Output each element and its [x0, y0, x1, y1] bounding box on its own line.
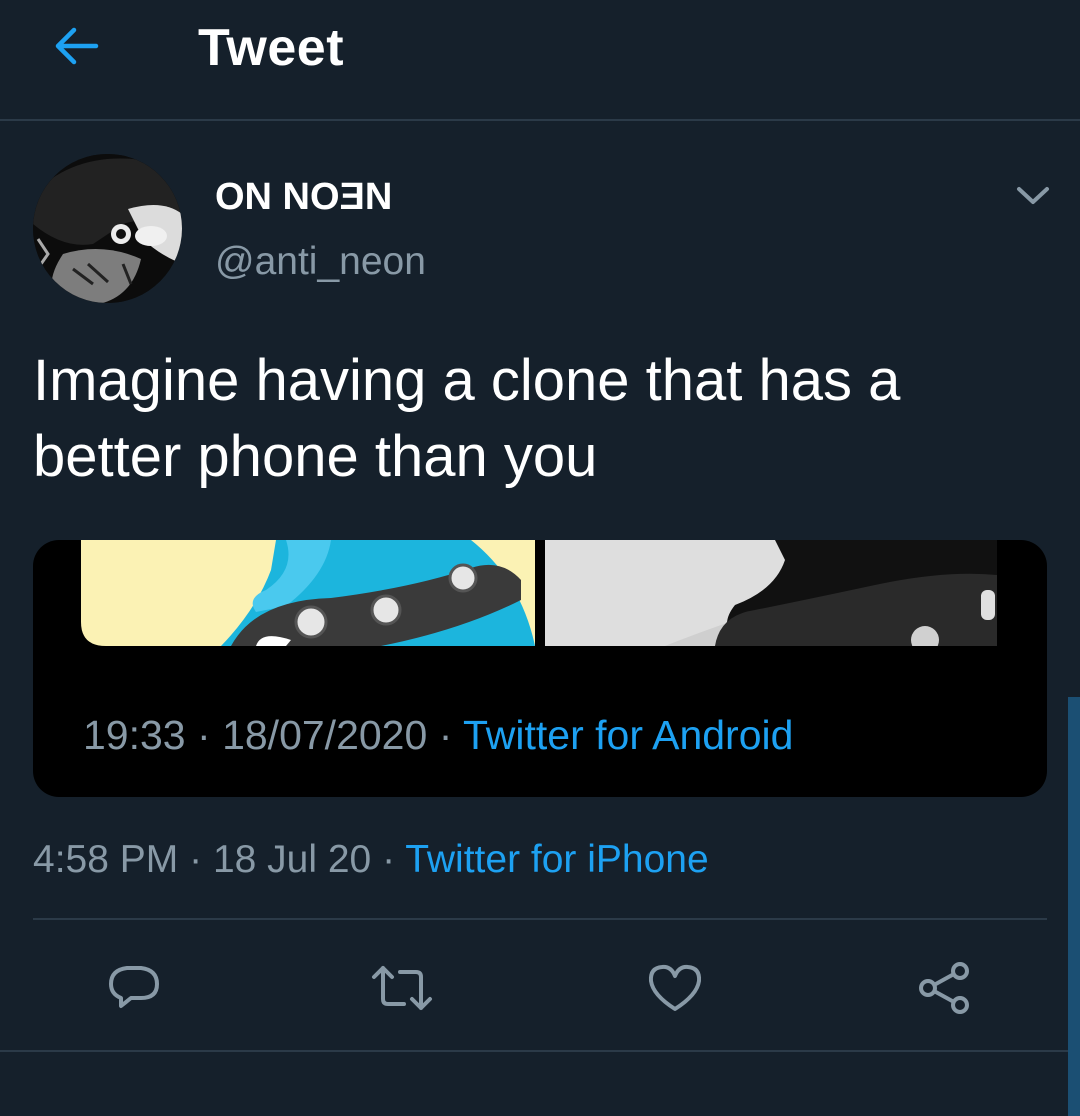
retweet-button[interactable] — [370, 958, 434, 1018]
divider — [33, 918, 1047, 920]
tweet-date: 18 Jul 20 — [212, 838, 372, 881]
retweet-icon — [372, 966, 432, 1010]
separator-dot: · — [438, 712, 453, 758]
tweet-source-link[interactable]: Twitter for iPhone — [405, 838, 708, 881]
separator-dot: · — [382, 838, 396, 881]
reply-button[interactable] — [102, 958, 166, 1018]
share-icon — [919, 962, 969, 1014]
media-image-left — [81, 540, 535, 646]
divider — [0, 1050, 1080, 1052]
separator-dot: · — [197, 712, 211, 758]
tweet-media[interactable]: 19:33 · 18/07/2020 · Twitter for Android — [33, 540, 1047, 797]
author-handle[interactable]: @anti_neon — [215, 240, 426, 284]
media-metadata: 19:33 · 18/07/2020 · Twitter for Android — [83, 712, 793, 759]
top-app-bar: Tweet — [0, 0, 1080, 121]
media-time: 19:33 — [83, 712, 186, 758]
author-display-name[interactable]: ON NOƎN — [215, 176, 392, 219]
arrow-left-icon — [55, 27, 99, 65]
heart-icon — [648, 964, 702, 1011]
avatar[interactable] — [33, 154, 182, 303]
page-title: Tweet — [198, 19, 345, 77]
more-options-button[interactable] — [1008, 176, 1058, 216]
back-button[interactable] — [46, 16, 106, 76]
tweet-time: 4:58 PM — [33, 838, 179, 881]
separator-dot: · — [189, 838, 203, 881]
chevron-down-icon — [1017, 187, 1049, 204]
media-source-link[interactable]: Twitter for Android — [463, 712, 793, 758]
reply-icon — [109, 966, 159, 1008]
tweet-text: Imagine having a clone that has a better… — [33, 343, 1043, 495]
like-button[interactable] — [643, 958, 707, 1018]
share-button[interactable] — [912, 958, 976, 1018]
media-image-right — [545, 540, 997, 646]
tweet-text-line: better phone than you — [33, 424, 598, 489]
tweet-metadata: 4:58 PM · 18 Jul 20 · Twitter for iPhone — [33, 838, 709, 882]
media-date: 18/07/2020 — [222, 712, 428, 758]
scrollbar[interactable] — [1068, 697, 1080, 1116]
tweet-text-line: Imagine having a clone that has a — [33, 348, 901, 413]
